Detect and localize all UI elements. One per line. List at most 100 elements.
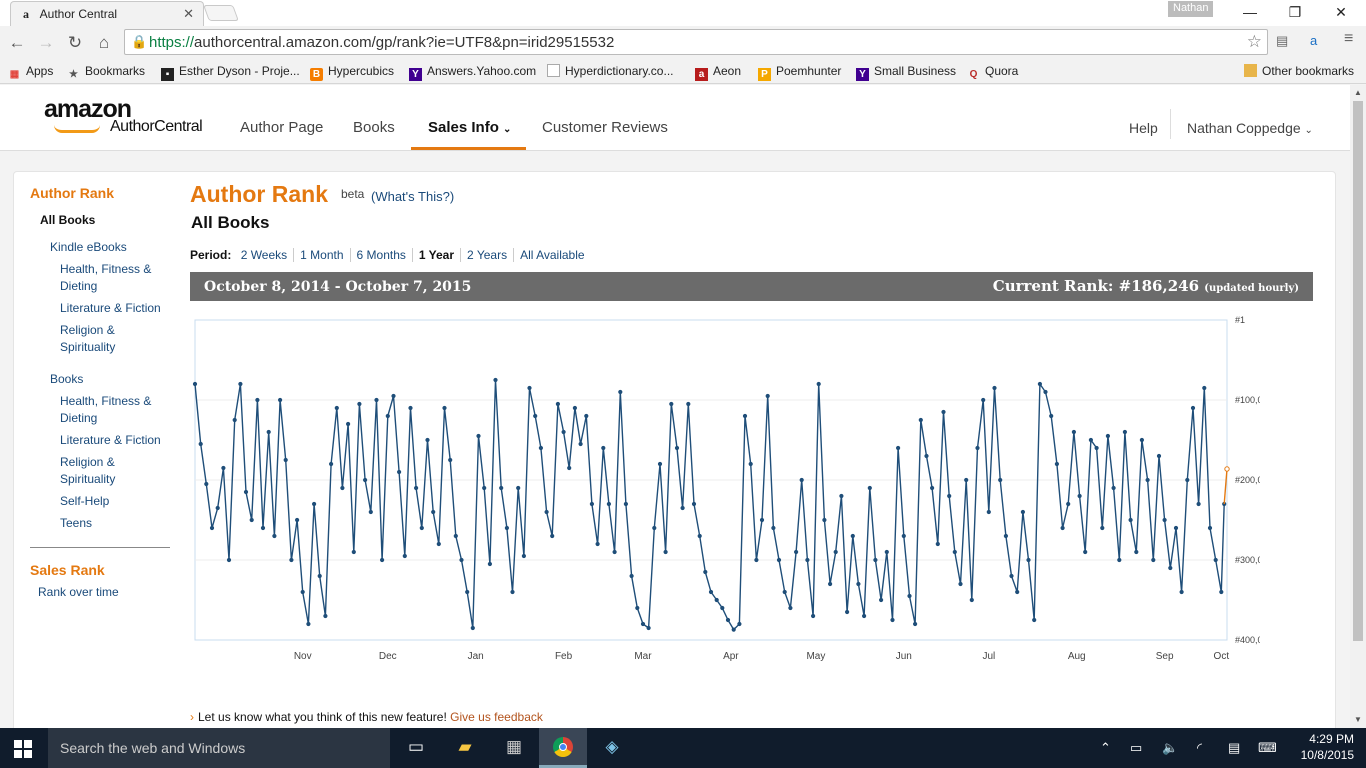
x-tick-label: Apr (723, 651, 739, 662)
bookmark-hypercubics[interactable]: B Hypercubics (310, 64, 394, 81)
bookmark-poemhunter[interactable]: P Poemhunter (758, 64, 841, 81)
page-icon (547, 64, 560, 77)
bookmark-other[interactable]: Other bookmarks (1244, 64, 1354, 78)
action-center-icon[interactable]: ▤ (1228, 740, 1240, 756)
bookmark-aeon[interactable]: a Aeon (695, 64, 741, 81)
y-tick-label: #300,000 (1235, 555, 1260, 565)
sidebar-item-books-selfhelp[interactable]: Self-Help (60, 493, 109, 510)
scroll-thumb[interactable] (1353, 101, 1363, 641)
address-bar[interactable]: 🔒 https://authorcentral.amazon.com/gp/ra… (124, 29, 1268, 55)
sidebar-item-kindle-religion[interactable]: Religion & Spirituality (60, 322, 115, 356)
sidebar-item-all-books[interactable]: All Books (40, 212, 95, 229)
data-point (720, 605, 725, 611)
chrome-icon[interactable] (539, 728, 587, 768)
bookmark-quora[interactable]: Q Quora (967, 64, 1019, 81)
sidebar-item-books-health[interactable]: Health, Fitness & Dieting (60, 393, 151, 427)
data-point (845, 609, 850, 615)
help-link[interactable]: Help (1129, 120, 1158, 136)
reload-icon[interactable]: ↻ (65, 33, 85, 53)
data-point (623, 501, 628, 507)
close-tab-icon[interactable]: ✕ (183, 6, 194, 22)
x-tick-label: May (806, 651, 825, 662)
minimize-icon[interactable]: — (1240, 4, 1260, 20)
back-icon[interactable]: ← (7, 33, 27, 53)
profile-button[interactable]: Nathan (1168, 1, 1214, 17)
data-point (1077, 493, 1082, 499)
bookmark-star-icon[interactable]: ☆ (1247, 32, 1262, 52)
url-text: authorcentral.amazon.com/gp/rank?ie=UTF8… (194, 34, 615, 51)
sidebar-item-kindle-literature[interactable]: Literature & Fiction (60, 300, 161, 317)
aeon-icon: a (695, 68, 708, 81)
volume-icon[interactable]: 🔈 (1162, 740, 1178, 756)
data-point (765, 393, 770, 399)
bookmark-esther-dyson[interactable]: ▪ Esther Dyson - Proje... (161, 64, 300, 81)
sidebar-item-books-literature[interactable]: Literature & Fiction (60, 432, 161, 449)
sidebar-item-rank-over-time[interactable]: Rank over time (38, 584, 119, 601)
bookmark-apps[interactable]: ▦ Apps (8, 64, 54, 81)
nav-customer-reviews[interactable]: Customer Reviews (542, 119, 668, 136)
data-point (1117, 557, 1122, 563)
data-point (742, 413, 748, 419)
period-1-year[interactable]: 1 Year (412, 248, 462, 262)
sidebar-item-books-religion[interactable]: Religion & Spirituality (60, 454, 115, 488)
period-2-weeks[interactable]: 2 Weeks (234, 248, 295, 262)
sidebar-item-kindle-health[interactable]: Health, Fitness & Dieting (60, 261, 151, 295)
scroll-up-icon[interactable]: ▲ (1354, 88, 1362, 97)
data-point (799, 477, 804, 483)
data-point (1168, 565, 1173, 571)
scroll-down-icon[interactable]: ▼ (1354, 715, 1362, 724)
file-explorer-icon[interactable]: ▰ (441, 728, 489, 768)
url-protocol: https:// (149, 34, 195, 51)
bookmark-hyperdictionary[interactable]: Hyperdictionary.co... (547, 64, 674, 78)
nav-author-page[interactable]: Author Page (240, 119, 323, 136)
author-central-logo[interactable]: amazon AuthorCentral (44, 97, 203, 135)
date-range: October 8, 2014 - October 7, 2015 (204, 279, 472, 295)
period-2-years[interactable]: 2 Years (461, 248, 515, 262)
sidebar-item-books[interactable]: Books (50, 371, 83, 388)
new-tab-button[interactable] (203, 5, 239, 21)
data-point (380, 557, 385, 563)
data-point (584, 413, 589, 419)
data-point (663, 549, 668, 555)
whats-this-link[interactable]: (What's This?) (371, 189, 454, 204)
period-6-months[interactable]: 6 Months (350, 248, 413, 262)
sidebar-item-kindle-ebooks[interactable]: Kindle eBooks (50, 239, 127, 256)
data-point (215, 505, 220, 511)
sidebar-sales-rank[interactable]: Sales Rank (30, 562, 105, 578)
windows-start-icon[interactable] (14, 740, 32, 758)
menu-icon[interactable]: ≡ (1344, 30, 1353, 48)
extension-icon[interactable]: ▤ (1276, 33, 1288, 49)
give-feedback-link[interactable]: Give us feedback (450, 710, 543, 724)
apps-icon: ▦ (9, 69, 20, 80)
taskbar-clock: 4:29 PM 10/8/2015 (1298, 731, 1354, 763)
task-view-icon[interactable]: ▭ (392, 728, 440, 768)
keyboard-icon[interactable]: ⌨ (1258, 740, 1277, 756)
period-all-available[interactable]: All Available (514, 248, 591, 262)
forward-icon[interactable]: → (36, 33, 56, 53)
bookmark-answers-yahoo[interactable]: Y Answers.Yahoo.com (409, 64, 536, 81)
amazon-extension-icon[interactable]: a (1310, 33, 1317, 48)
bookmark-bookmarks[interactable]: ★ Bookmarks (67, 64, 145, 81)
browser-tab[interactable]: a Author Central ✕ (10, 1, 204, 26)
restore-icon[interactable]: ❐ (1285, 4, 1305, 21)
user-menu[interactable]: Nathan Coppedge ⌄ (1187, 120, 1313, 136)
battery-icon[interactable]: ▭ (1130, 740, 1142, 756)
home-icon[interactable]: ⌂ (94, 33, 114, 53)
data-point (504, 525, 509, 531)
sidebar-author-rank[interactable]: Author Rank (30, 185, 114, 201)
sidebar-item-books-teens[interactable]: Teens (60, 515, 92, 532)
period-1-month[interactable]: 1 Month (294, 248, 351, 262)
nav-sales-info[interactable]: Sales Info ⌄ (428, 119, 511, 136)
data-point (550, 533, 555, 539)
show-hidden-icons[interactable]: ⌃ (1100, 740, 1111, 756)
data-point (816, 381, 821, 387)
page-scrollbar[interactable]: ▲ ▼ (1350, 85, 1366, 728)
app-icon[interactable]: ▦ (490, 728, 538, 768)
bookmark-small-business[interactable]: Y Small Business (856, 64, 956, 81)
taskbar-search-box[interactable]: Search the web and Windows (48, 728, 390, 768)
notes-app-icon[interactable]: ◈ (588, 728, 636, 768)
nav-books[interactable]: Books (353, 119, 395, 136)
data-point (1213, 557, 1218, 563)
wifi-icon[interactable]: ◜ (1197, 740, 1202, 756)
close-window-icon[interactable]: ✕ (1331, 4, 1351, 21)
